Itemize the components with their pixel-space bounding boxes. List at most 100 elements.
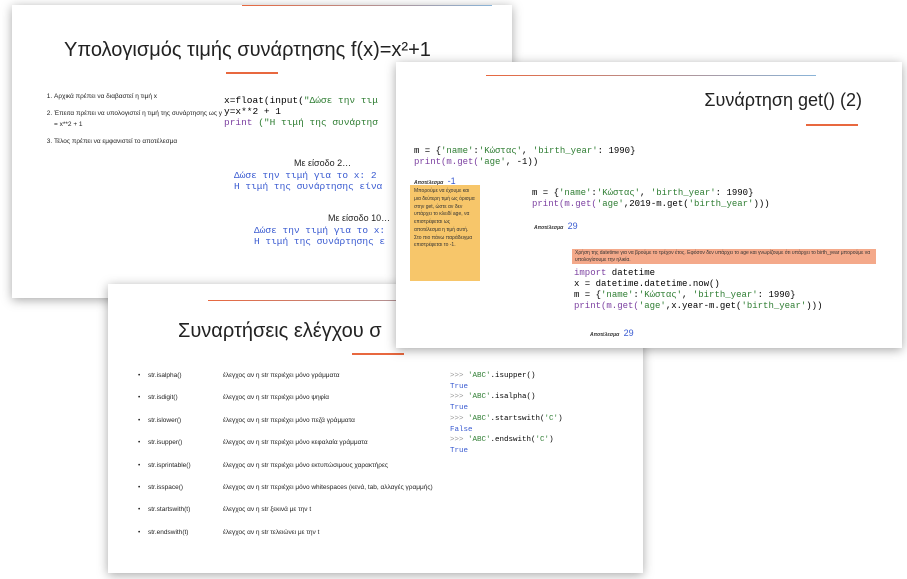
- code-keyword: print(m.get(: [414, 157, 479, 167]
- function-desc: έλεγχος αν η str περιέχει μόνο ψηφία: [223, 394, 330, 402]
- output-line: Δώσε την τιμή για το x: 2: [234, 170, 377, 181]
- result-value: 29: [567, 221, 578, 231]
- code-string: 'birth_year': [692, 290, 758, 300]
- function-name: str.isspace(): [148, 483, 184, 491]
- output-line: Η τιμή της συνάρτησης είνα: [234, 181, 383, 192]
- list-item: str.startswith(t) έλεγχος αν η str ξεκινά…: [138, 506, 433, 528]
- code-string: 'birth_year': [688, 199, 754, 209]
- code-token: ,2019-m.get(: [623, 199, 689, 209]
- yellow-note: Μπορούμε να έχουμε και μια δεύτερη τιμή …: [410, 185, 480, 281]
- example-output: Δώσε την τιμή για το x: 2 Η τιμή της συν…: [234, 170, 382, 192]
- slide-get-function[interactable]: Συνάρτηση get() (2) m = {'name':'Κώστας'…: [396, 62, 902, 348]
- code-string: 'birth_year': [650, 188, 716, 198]
- repl-result: True: [450, 382, 469, 391]
- output-line: Δώσε την τιμή για το x:: [254, 225, 386, 236]
- repl-result: True: [450, 446, 469, 455]
- repl-result: False: [450, 425, 473, 434]
- code-string: 'age': [638, 301, 666, 311]
- code-token: x = datetime.datetime.now(): [574, 279, 720, 289]
- code-token: ): [558, 414, 563, 423]
- code-string: 'birth_year': [741, 301, 807, 311]
- code-token: .endswith(: [490, 436, 536, 445]
- function-desc: έλεγχος αν η str περιέχει μόνο γράμματα: [223, 372, 340, 379]
- code-token: ,x.year-m.get(: [665, 301, 742, 311]
- function-name: str.endswith(t): [148, 528, 189, 536]
- code-token: : 1990}: [715, 188, 754, 198]
- list-item: Έπειτα πρέπει να υπολογιστεί η τιμή της …: [54, 108, 224, 130]
- code-token: .isalpha(): [490, 393, 536, 402]
- code-keyword: import: [574, 268, 607, 278]
- code-token: : 1990}: [597, 146, 636, 156]
- code-token: x=float(input(: [224, 95, 304, 106]
- orange-note: Χρήση της datetime για να βρούμε το τρέχ…: [572, 249, 876, 264]
- list-item: str.isprintable() έλεγχος αν η str περιέχ…: [138, 461, 433, 484]
- function-name: str.isupper(): [148, 439, 183, 447]
- code-token: ): [549, 436, 554, 445]
- code-string: 'C': [535, 436, 550, 445]
- code-string: 'age': [596, 199, 624, 209]
- code-string: 'C': [544, 414, 559, 423]
- code-token: : 1990}: [757, 290, 796, 300]
- code-string: 'Κώστας': [478, 146, 523, 156]
- code-token: .startswith(: [490, 414, 545, 423]
- repl-prompt: >>>: [450, 372, 469, 380]
- code-token: ))): [806, 301, 823, 311]
- code-string: 'name': [441, 146, 474, 156]
- code-keyword: print(m.get(: [532, 199, 597, 209]
- code-token: m = {: [414, 146, 442, 156]
- repl-result: True: [450, 404, 469, 413]
- slide-top-decoration: [242, 5, 492, 6]
- repl-prompt: >>>: [450, 436, 469, 445]
- list-item: Τέλος πρέπει να εμφανιστεί το αποτέλεσμα: [54, 136, 224, 147]
- code-string: 'Κώστας': [638, 290, 683, 300]
- steps-list: Αρχικά πρέπει να διαβαστεί η τιμή x Έπει…: [40, 91, 224, 153]
- code-string: 'ABC': [468, 436, 491, 445]
- list-item: str.isalpha() έλεγχος αν η str περιέχει μ…: [138, 372, 433, 394]
- list-item: str.endswith(t) έλεγχος αν η str τελειώνε…: [138, 528, 433, 551]
- function-desc: έλεγχος αν η str περιέχει μόνο εκτυπώσιμ…: [223, 461, 389, 469]
- code-string: 'age': [478, 157, 506, 167]
- code-string: 'Κώστας': [596, 188, 641, 198]
- list-item: str.isdigit() έλεγχος αν η str περιέχει μ…: [138, 394, 433, 416]
- function-name: str.startswith(t): [148, 506, 191, 514]
- function-desc: έλεγχος αν η str τελειώνει με την t: [223, 528, 320, 536]
- code-token: ,: [682, 290, 693, 300]
- title-underline: [352, 353, 404, 355]
- code-string: 'birth_year': [532, 146, 598, 156]
- code-token: m = {: [532, 188, 560, 198]
- code-token: ,: [640, 188, 651, 198]
- functions-list: str.isalpha() έλεγχος αν η str περιέχει μ…: [138, 372, 433, 551]
- function-desc: έλεγχος αν η str περιέχει μόνο κεφαλαία …: [223, 439, 368, 447]
- function-name: str.isalpha(): [148, 372, 182, 379]
- result-label: Αποτέλεσμα: [534, 225, 564, 231]
- list-item: str.isspace() έλεγχος αν η str περιέχει μ…: [138, 483, 433, 506]
- result-label: Αποτέλεσμα: [590, 332, 620, 338]
- slide-title: Συναρτήσεις ελέγχου σ: [178, 320, 382, 342]
- code-string: 'name': [559, 188, 592, 198]
- code-token: y=x**2 + 1: [224, 106, 282, 117]
- code-token: , -1)): [505, 157, 539, 167]
- code-string: 'ABC': [468, 393, 491, 402]
- code-string: ("Η τιμή της συνάρτησ: [252, 117, 378, 128]
- slide-title: Υπολογισμός τιμής συνάρτησης f(x)=x²+1: [64, 39, 431, 61]
- list-item: str.isupper() έλεγχος αν η str περιέχει μ…: [138, 439, 433, 461]
- code-keyword: print(m.get(: [574, 301, 639, 311]
- function-name: str.islower(): [148, 416, 182, 424]
- code-token: .isupper(): [490, 372, 536, 380]
- code-token: datetime: [606, 268, 656, 278]
- list-item: str.islower() έλεγχος αν η str περιέχει μ…: [138, 416, 433, 439]
- code-block: import datetime x = datetime.datetime.no…: [574, 268, 822, 312]
- code-block: m = {'name':'Κώστας', 'birth_year': 1990…: [532, 188, 770, 210]
- code-string: 'name': [601, 290, 634, 300]
- example-output: Δώσε την τιμή για το x: Η τιμή της συνάρ…: [254, 225, 385, 247]
- function-desc: έλεγχος αν η str περιέχει μόνο πεζά γράμ…: [223, 416, 355, 424]
- repl-prompt: >>>: [450, 393, 469, 402]
- code-string: 'ABC': [468, 414, 491, 423]
- code-block: x=float(input("Δώσε την τιμ y=x**2 + 1 p…: [224, 95, 378, 128]
- output-line: Η τιμή της συνάρτησης ε: [254, 236, 386, 247]
- list-item: Αρχικά πρέπει να διαβαστεί η τιμή x: [54, 91, 224, 102]
- function-name: str.isprintable(): [148, 461, 191, 469]
- function-name: str.isdigit(): [148, 394, 178, 402]
- result-line: Αποτέλεσμα 29: [534, 216, 578, 234]
- repl-prompt: >>>: [450, 414, 469, 423]
